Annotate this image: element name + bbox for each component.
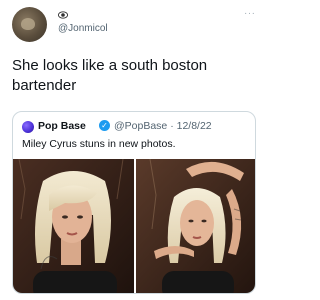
photo-2-image (136, 159, 255, 293)
tweet-card: @Jonmicol ··· She looks like a south bos… (0, 0, 268, 300)
photo-2[interactable] (136, 159, 255, 293)
avatar-figure (21, 18, 35, 30)
user-avatar[interactable] (12, 7, 47, 42)
photo-1[interactable] (13, 159, 134, 293)
quoted-tweet[interactable]: Pop Base ✓ @PopBase · 12/8/22 Miley Cyru… (12, 111, 256, 294)
user-handle[interactable]: @Jonmicol (58, 23, 108, 34)
verified-badge-icon: ✓ (99, 120, 110, 131)
photo-grid (13, 159, 255, 293)
quoted-avatar[interactable] (22, 121, 34, 133)
photo-1-image (13, 159, 134, 293)
quoted-display-name[interactable]: Pop Base (38, 120, 86, 132)
eye-icon (58, 11, 68, 19)
quoted-tweet-text: Miley Cyrus stuns in new photos. (22, 138, 176, 150)
quoted-handle-date[interactable]: @PopBase · 12/8/22 (114, 120, 212, 132)
tweet-text: She looks like a south boston bartender (12, 57, 208, 94)
more-options-icon[interactable]: ··· (244, 8, 256, 19)
